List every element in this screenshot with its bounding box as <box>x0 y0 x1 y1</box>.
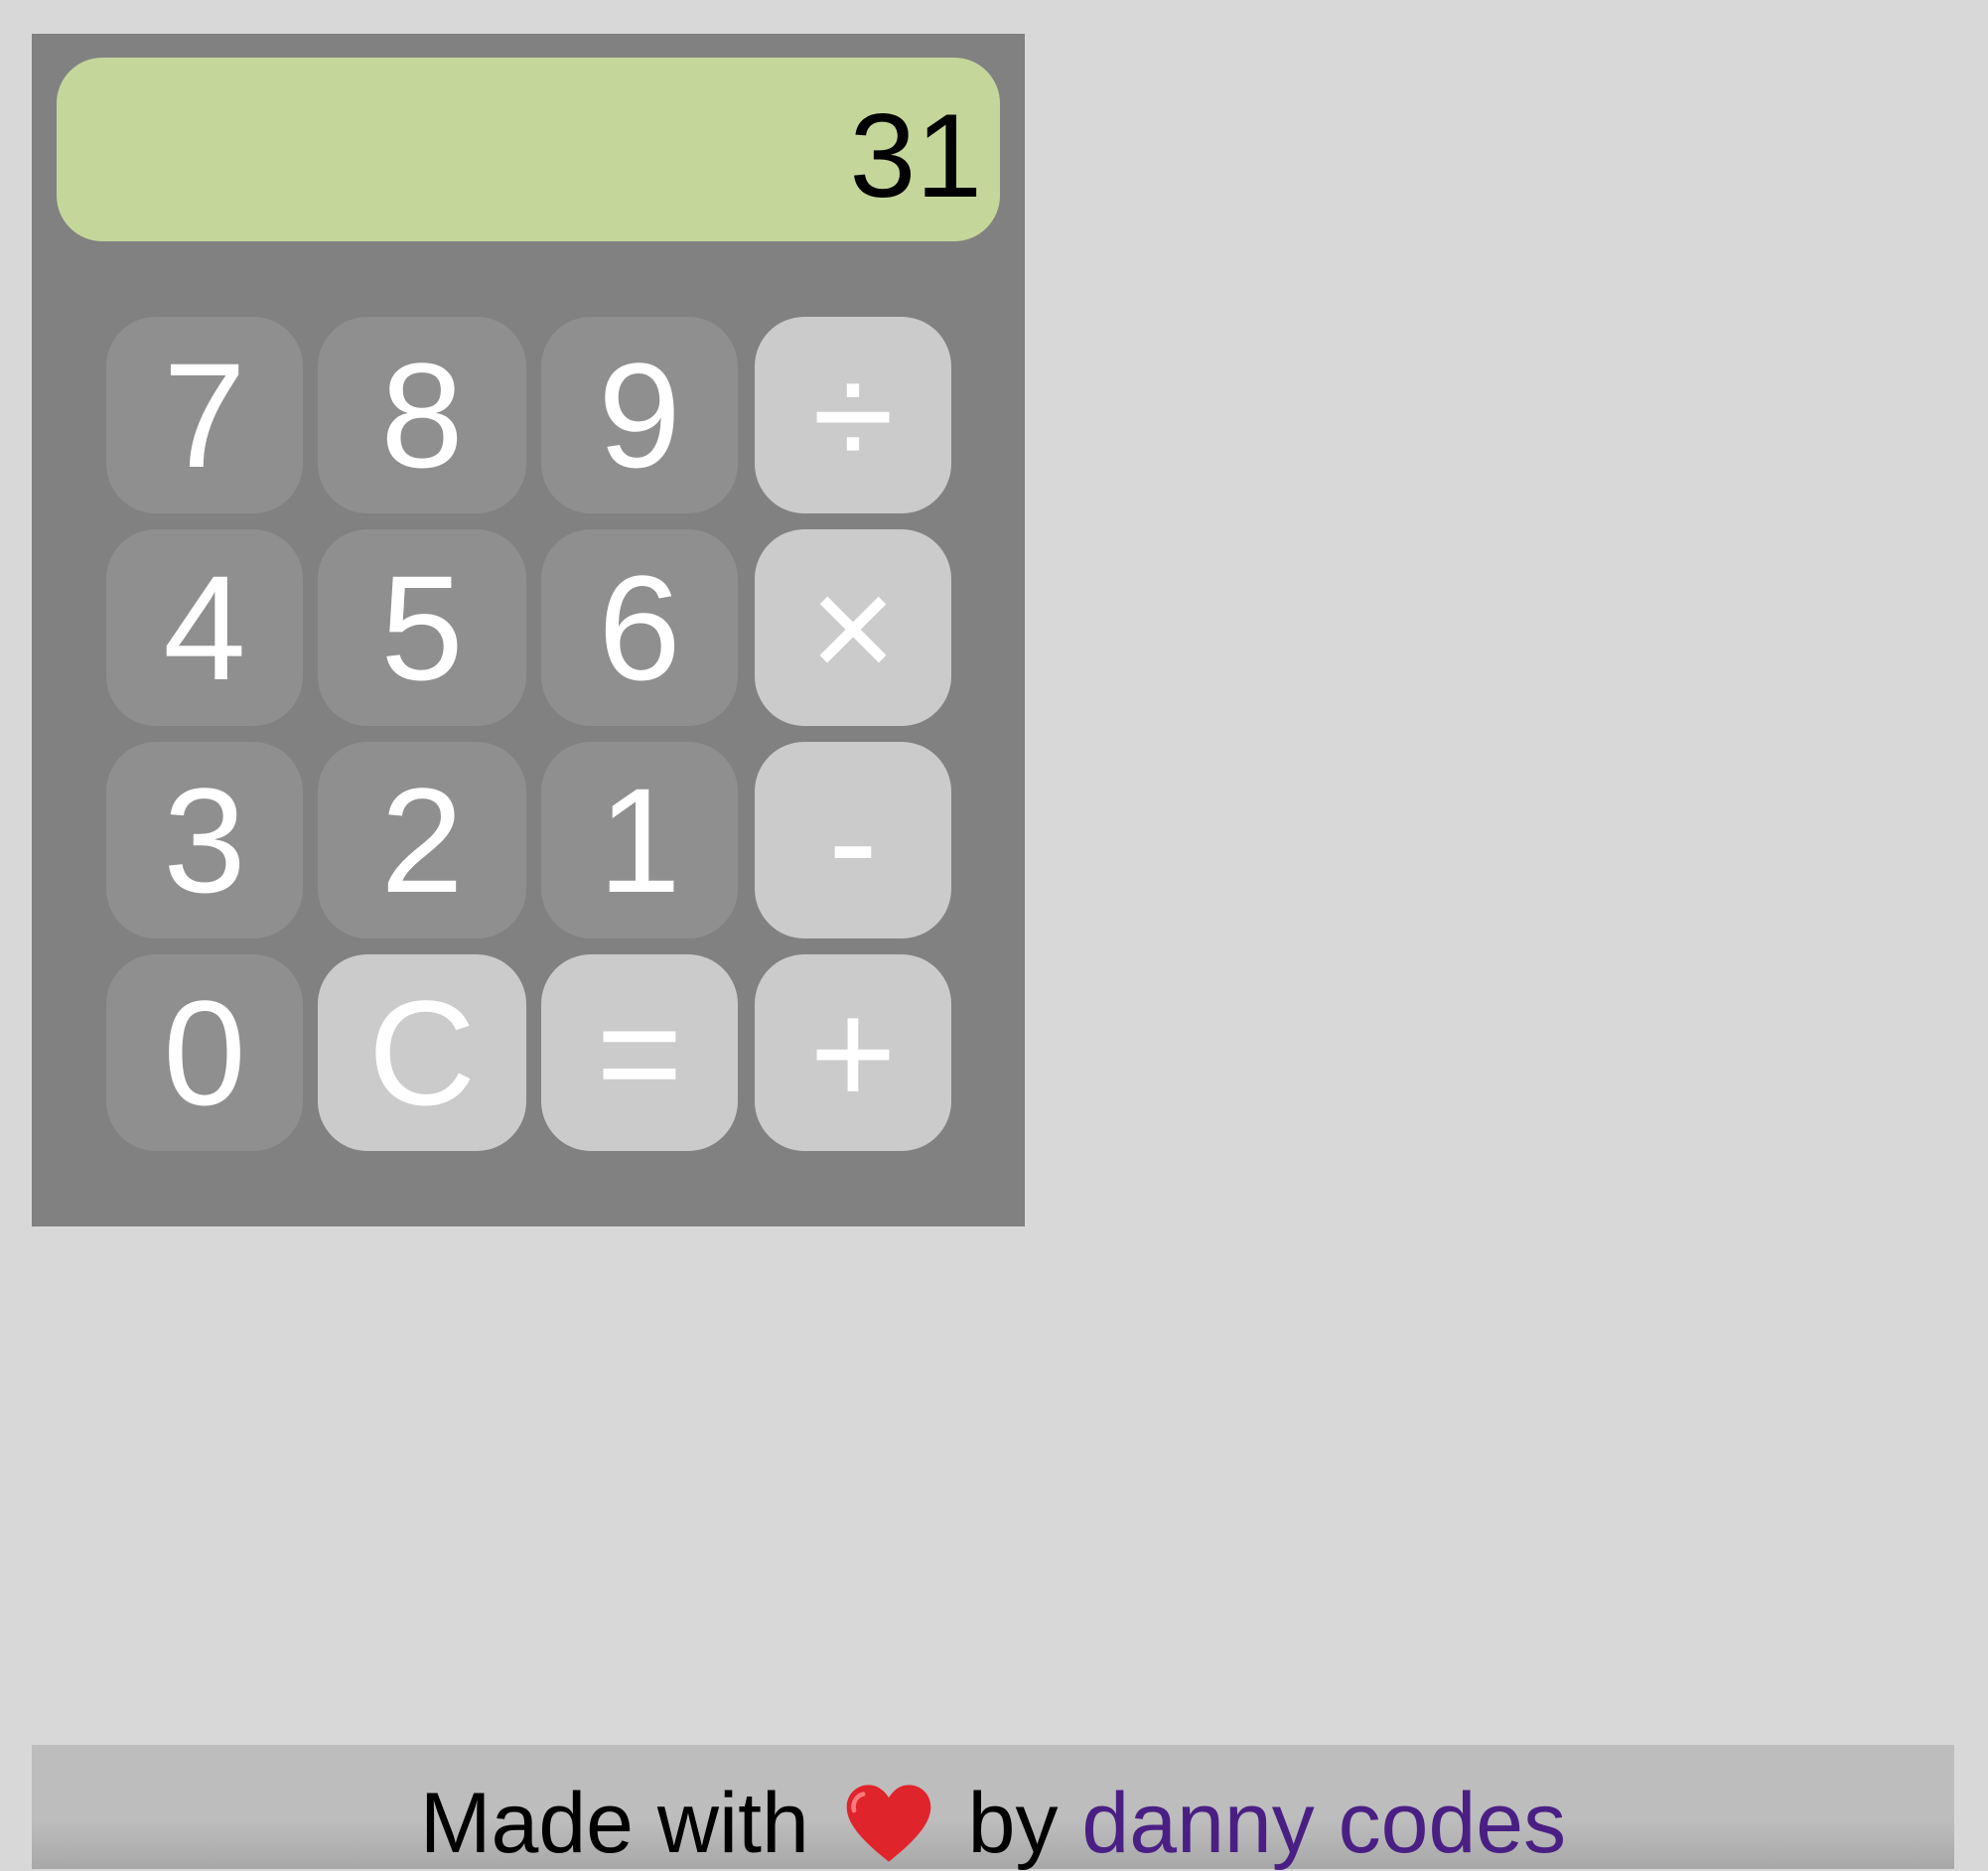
key-label: 4 <box>163 544 246 711</box>
key-8[interactable]: 8 <box>318 317 526 513</box>
calculator-display: 31 <box>57 58 1000 241</box>
display-value: 31 <box>849 88 982 222</box>
key-7[interactable]: 7 <box>106 317 303 513</box>
key-label: 3 <box>163 757 246 924</box>
footer-prefix: Made with <box>419 1776 809 1871</box>
key-label: ÷ <box>811 332 895 499</box>
key-label: 5 <box>380 544 464 711</box>
divide-button[interactable]: ÷ <box>755 317 951 513</box>
key-label: = <box>596 969 683 1136</box>
footer: Made with by danny codes <box>32 1745 1954 1869</box>
key-label: C <box>367 969 477 1136</box>
key-label: 0 <box>163 969 246 1136</box>
key-label: 2 <box>380 757 464 924</box>
key-4[interactable]: 4 <box>106 529 303 726</box>
key-2[interactable]: 2 <box>318 742 526 938</box>
key-0[interactable]: 0 <box>106 954 303 1151</box>
equals-button[interactable]: = <box>541 954 738 1151</box>
key-label: 9 <box>598 332 681 499</box>
key-label: 8 <box>380 332 464 499</box>
clear-button[interactable]: C <box>318 954 526 1151</box>
author-link[interactable]: danny codes <box>1081 1776 1566 1871</box>
footer-by: by <box>967 1776 1059 1871</box>
add-button[interactable]: + <box>755 954 951 1151</box>
key-label: 1 <box>598 757 681 924</box>
key-label: × <box>809 544 897 711</box>
key-6[interactable]: 6 <box>541 529 738 726</box>
heart-icon <box>846 1785 931 1862</box>
key-label: - <box>828 757 878 924</box>
key-9[interactable]: 9 <box>541 317 738 513</box>
key-label: + <box>809 969 897 1136</box>
key-5[interactable]: 5 <box>318 529 526 726</box>
subtract-button[interactable]: - <box>755 742 951 938</box>
key-1[interactable]: 1 <box>541 742 738 938</box>
key-label: 6 <box>598 544 681 711</box>
calculator: 31 7 8 9 ÷ 4 5 6 × 3 2 1 - 0 C = + <box>32 34 1025 1226</box>
key-label: 7 <box>163 332 246 499</box>
multiply-button[interactable]: × <box>755 529 951 726</box>
key-3[interactable]: 3 <box>106 742 303 938</box>
